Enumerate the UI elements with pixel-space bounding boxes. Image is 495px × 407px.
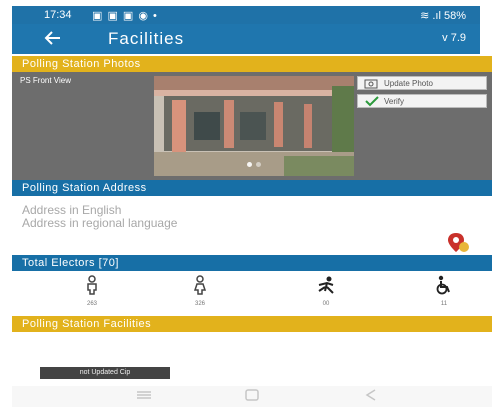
verify-button[interactable]: Verify (357, 94, 487, 108)
status-bar: 17:34 ▣ ▣ ▣ ◉ • ≋ .ıl 58% (12, 6, 480, 24)
male-count: 263 (86, 301, 97, 307)
camera-icon (364, 77, 378, 94)
senior-icon (315, 276, 337, 299)
app-bar: Facilities v 7.9 (12, 24, 480, 54)
wheelchair-icon (435, 275, 453, 299)
system-nav-bar (12, 386, 492, 407)
photo-label: PS Front View (20, 76, 71, 85)
address-section-header: Polling Station Address (12, 180, 492, 196)
toast-message: not Updated Cip (40, 367, 170, 379)
facilities-list: not Updated Cip (12, 332, 492, 384)
electors-row: 263 326 00 11 (12, 275, 492, 315)
photo-panel: PS Front View Update Photo Verify (12, 72, 492, 180)
checkmark-icon (364, 95, 380, 112)
female-count: 326 (194, 301, 205, 307)
polling-station-photo[interactable] (154, 76, 354, 176)
facilities-section-header: Polling Station Facilities (12, 316, 492, 332)
page-title: Facilities (108, 29, 185, 48)
carousel-dot (256, 162, 261, 167)
electors-section-header: Total Electors [70] (12, 255, 492, 271)
elector-disabled: 11 (414, 275, 474, 307)
verify-label: Verify (384, 97, 405, 106)
senior-count: 00 (322, 301, 330, 307)
back-arrow-icon[interactable] (42, 27, 64, 55)
update-photo-label: Update Photo (384, 79, 433, 88)
address-regional: Address in regional language (22, 216, 178, 230)
carousel-dots (154, 154, 354, 172)
female-icon (193, 275, 207, 299)
male-icon (85, 275, 99, 299)
address-english: Address in English (22, 203, 122, 217)
photos-section-header: Polling Station Photos (12, 56, 492, 72)
signal-battery: ≋ .ıl 58% (420, 10, 466, 22)
home-icon[interactable] (244, 388, 260, 405)
back-nav-icon[interactable] (364, 388, 378, 405)
elector-senior: 00 (296, 275, 356, 307)
recent-apps-icon[interactable] (134, 388, 154, 405)
notification-icons: ▣ ▣ ▣ ◉ • (92, 10, 158, 22)
carousel-dot-active (247, 162, 252, 167)
app-version: v 7.9 (442, 32, 466, 44)
update-photo-button[interactable]: Update Photo (357, 76, 487, 90)
elector-male: 263 (62, 275, 122, 307)
status-time: 17:34 (44, 9, 72, 21)
disabled-count: 11 (440, 301, 448, 307)
elector-female: 326 (170, 275, 230, 307)
